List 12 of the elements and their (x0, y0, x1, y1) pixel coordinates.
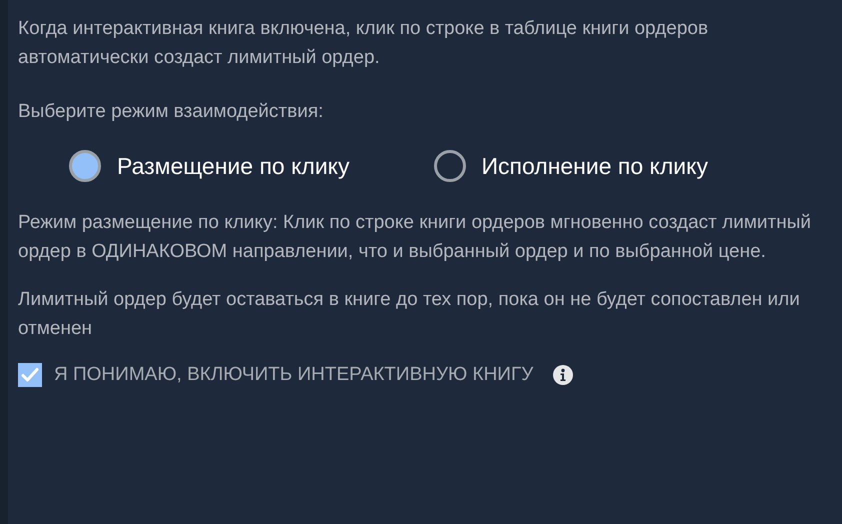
radio-button[interactable] (434, 150, 466, 182)
checkbox-label[interactable]: Я ПОНИМАЮ, ВКЛЮЧИТЬ ИНТЕРАКТИВНУЮ КНИГУ (54, 360, 534, 389)
mode-prompt: Выберите режим взаимодействия: (18, 100, 324, 124)
mode-description: Режим размещение по клику: Клик по строке книги ордеров мгновенно создаст лимитный ордер в ОДИНАКОВОМ направлении, что и выбранный ордер и по выбранной цене. (18, 211, 812, 264)
check-icon (21, 366, 39, 384)
radio-option[interactable]: Исполнение по клику (434, 150, 708, 182)
intro-text: Когда интерактивная книга включена, клик по строке в таблице книги ордеров автоматически создаст лимитный ордер. (18, 17, 710, 70)
info-icon[interactable] (553, 364, 574, 384)
radio-button[interactable] (69, 150, 101, 182)
checkbox[interactable] (18, 362, 42, 386)
radio-option[interactable]: Размещение по клику (69, 150, 350, 182)
note-text: Лимитный ордер будет оставаться в книге до тех пор, пока он не будет сопоставлен или отменен (18, 288, 801, 341)
